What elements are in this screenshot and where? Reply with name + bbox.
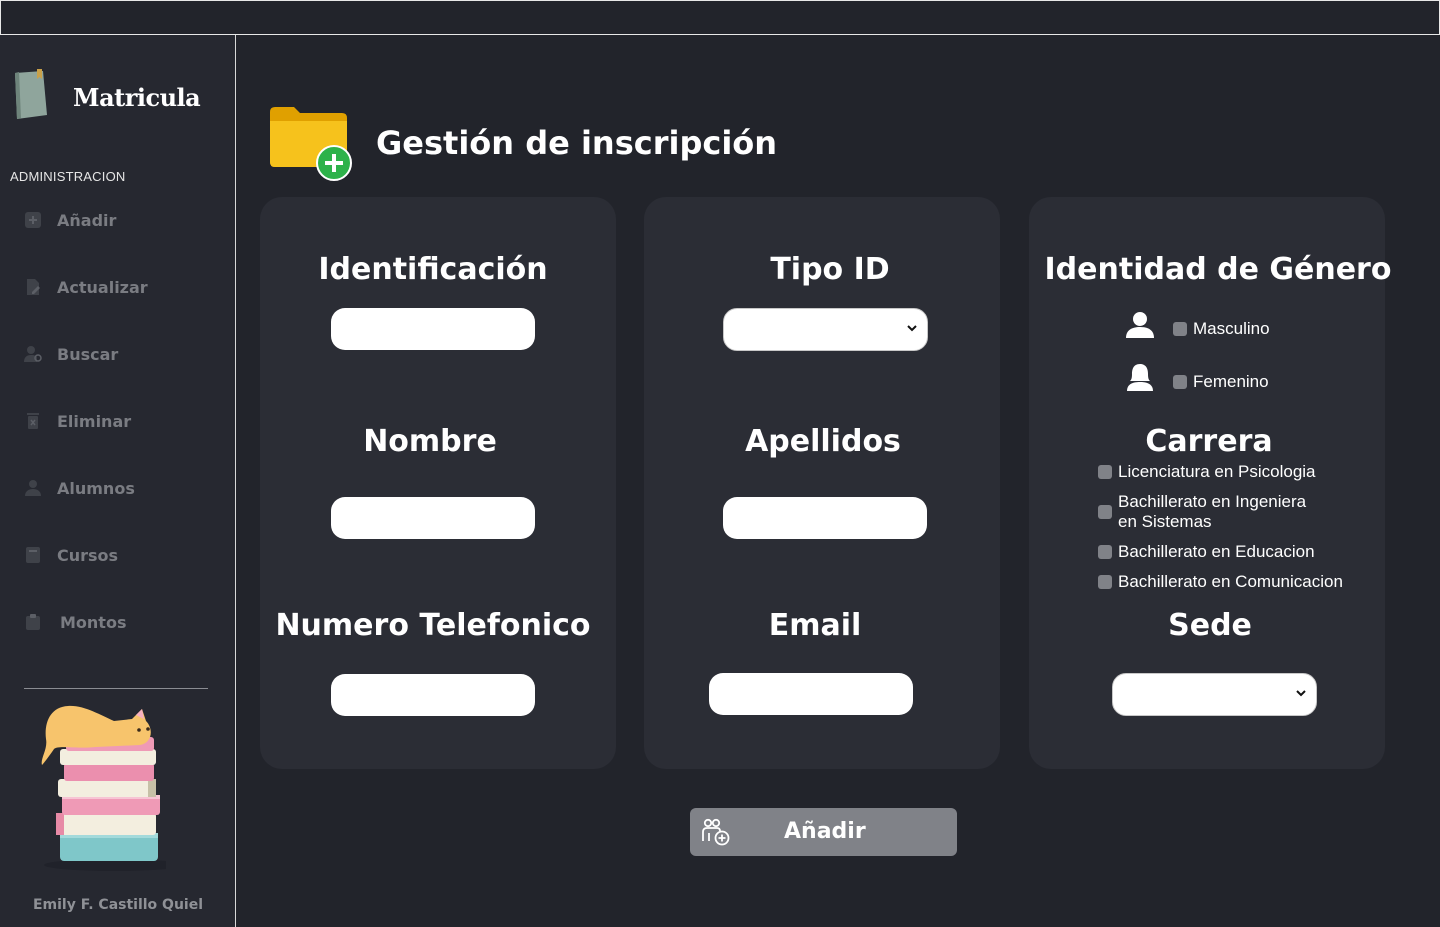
sistemas-label-line2: en Sistemas	[1118, 512, 1212, 531]
brand-title: Matricula	[73, 83, 201, 112]
sidebar-item-label: Actualizar	[57, 277, 148, 297]
identificacion-input[interactable]	[331, 308, 535, 350]
add-button-label: Añadir	[784, 819, 866, 844]
gender-option-femenino[interactable]: Femenino	[1173, 372, 1269, 392]
apellidos-input[interactable]	[723, 497, 927, 539]
sidebar-item-eliminar[interactable]: Eliminar	[24, 406, 214, 436]
author-name: Emily F. Castillo Quiel	[32, 897, 204, 913]
sede-label: Sede	[1168, 608, 1252, 643]
sidebar-item-montos[interactable]: Montos	[24, 607, 214, 637]
email-label: Email	[768, 608, 862, 643]
folder-add-icon	[270, 107, 352, 181]
apellidos-label: Apellidos	[745, 424, 901, 459]
telefono-input[interactable]	[331, 674, 535, 716]
femenino-checkbox[interactable]	[1173, 375, 1187, 389]
sidebar-item-label: Buscar	[57, 344, 119, 364]
sidebar-divider	[24, 688, 208, 689]
window-title-bar	[0, 0, 1440, 35]
comunicacion-checkbox[interactable]	[1098, 575, 1112, 589]
sidebar-item-buscar[interactable]: Buscar	[24, 339, 214, 369]
masculino-label: Masculino	[1193, 319, 1270, 338]
delete-icon	[27, 413, 39, 429]
add-group-icon	[702, 818, 730, 846]
sidebar-item-alumnos[interactable]: Alumnos	[24, 473, 214, 503]
comunicacion-label: Bachillerato en Comunicacion	[1118, 572, 1343, 591]
page-title: Gestión de inscripción	[376, 124, 778, 162]
sede-select[interactable]	[1112, 673, 1317, 716]
nombre-label: Nombre	[363, 424, 497, 459]
cat-on-books-illustration	[41, 705, 166, 871]
edit-file-icon	[27, 279, 40, 295]
sistemas-label-line1: Bachillerato en Ingeniera	[1118, 492, 1307, 511]
sidebar-item-label: Cursos	[57, 545, 119, 565]
add-icon	[25, 212, 41, 228]
tipo-id-select[interactable]	[723, 308, 928, 351]
psicologia-checkbox[interactable]	[1098, 465, 1112, 479]
sidebar-item-cursos[interactable]: Cursos	[24, 540, 214, 570]
identificacion-label: Identificación	[318, 252, 548, 287]
femenino-label: Femenino	[1193, 372, 1269, 391]
educacion-label: Bachillerato en Educacion	[1118, 542, 1315, 561]
female-icon	[1127, 364, 1153, 391]
career-option-educacion[interactable]: Bachillerato en Educacion	[1098, 542, 1315, 562]
sistemas-label: Bachillerato en Ingeniera en Sistemas	[1118, 492, 1306, 532]
sidebar-item-anadir[interactable]: Añadir	[24, 205, 214, 235]
career-option-psicologia[interactable]: Licenciatura en Psicologia	[1098, 462, 1316, 482]
psicologia-label: Licenciatura en Psicologia	[1118, 462, 1316, 481]
genero-label: Identidad de Género	[1044, 252, 1392, 287]
user-icon	[25, 480, 41, 496]
career-option-comunicacion[interactable]: Bachillerato en Comunicacion	[1098, 572, 1343, 592]
carrera-label: Carrera	[1145, 424, 1273, 459]
male-icon	[1126, 312, 1154, 338]
email-input[interactable]	[709, 673, 913, 715]
telefono-label: Numero Telefonico	[275, 608, 591, 643]
educacion-checkbox[interactable]	[1098, 545, 1112, 559]
add-button[interactable]: Añadir	[690, 808, 957, 856]
clipboard-icon	[26, 614, 40, 630]
career-option-sistemas[interactable]: Bachillerato en Ingeniera en Sistemas	[1098, 492, 1306, 532]
masculino-checkbox[interactable]	[1173, 322, 1187, 336]
user-search-icon	[24, 346, 42, 362]
gender-option-masculino[interactable]: Masculino	[1173, 319, 1270, 339]
sidebar-item-label: Montos	[60, 612, 127, 632]
nombre-input[interactable]	[331, 497, 535, 539]
book-icon	[26, 547, 40, 563]
sidebar: Matricula ADMINISTRACION Añadir Actualiz…	[0, 35, 236, 927]
section-label-administracion: ADMINISTRACION	[10, 169, 126, 184]
tipo-id-label: Tipo ID	[770, 252, 890, 287]
sidebar-item-label: Añadir	[57, 210, 117, 230]
notebook-icon	[15, 69, 47, 119]
sistemas-checkbox[interactable]	[1098, 505, 1112, 519]
sidebar-item-label: Alumnos	[57, 478, 135, 498]
sidebar-item-label: Eliminar	[57, 411, 132, 431]
chevron-down-icon	[907, 325, 917, 332]
sidebar-item-actualizar[interactable]: Actualizar	[24, 272, 214, 302]
chevron-down-icon	[1296, 690, 1306, 697]
